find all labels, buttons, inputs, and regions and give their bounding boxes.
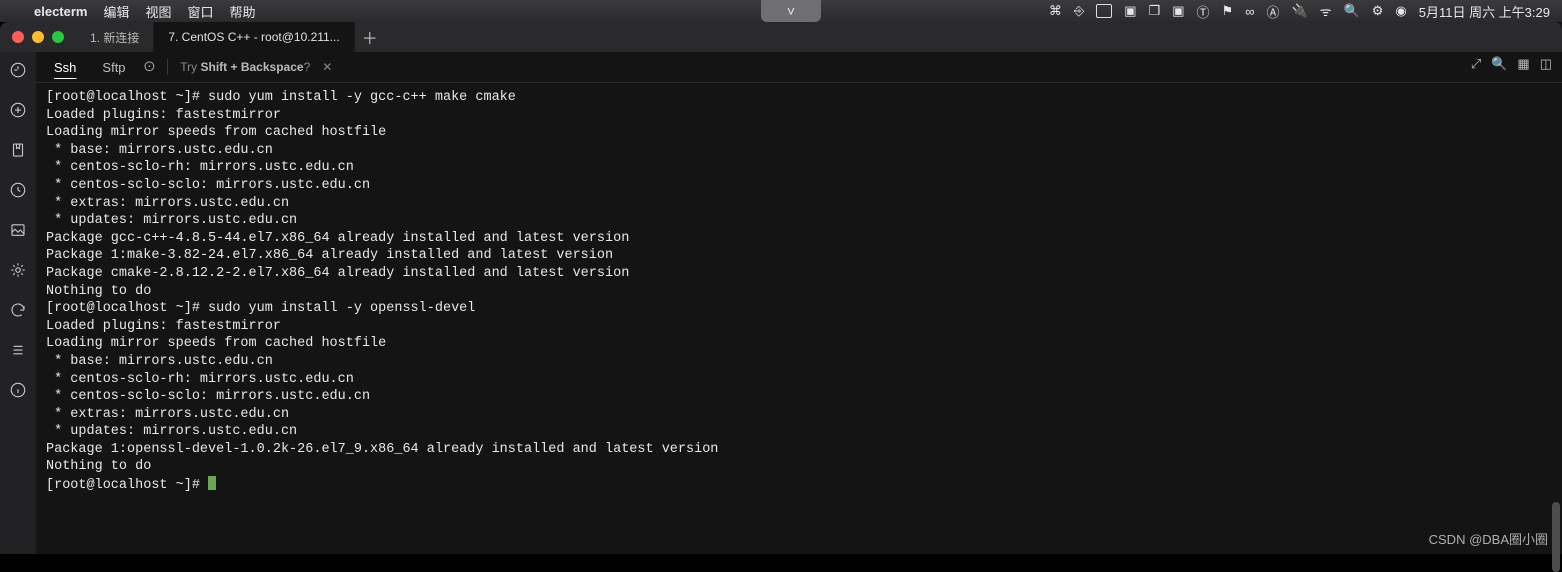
sync-icon[interactable] — [8, 300, 28, 320]
minimize-window-button[interactable] — [32, 31, 44, 43]
siri-icon[interactable]: ◉ — [1395, 3, 1406, 19]
session-tab-label: 7. CentOS C++ - root@10.211... — [168, 30, 339, 44]
hint-key: Shift + Backspace — [201, 60, 304, 74]
search-icon[interactable]: 🔍 — [1491, 56, 1507, 72]
menubar-app-name[interactable]: electerm — [26, 4, 95, 19]
session-tab-label: 1. 新连接 — [90, 29, 139, 46]
session-tabs: 1. 新连接 7. CentOS C++ - root@10.211... ＋ — [76, 22, 385, 52]
scrollbar-vertical[interactable] — [1550, 82, 1562, 554]
window-titlebar: 1. 新连接 7. CentOS C++ - root@10.211... ＋ — [0, 22, 1562, 52]
close-window-button[interactable] — [12, 31, 24, 43]
box3d-icon[interactable]: ❒ — [1149, 3, 1161, 19]
input-source-icon[interactable]: Ⓐ — [1266, 2, 1279, 21]
top-chevron-dock[interactable]: ˅ — [761, 0, 821, 22]
menubar-status-icons: ⌘ ⎆ ▣ ❒ ▣ Ⓣ ⚑ ∞ Ⓐ 🔌 ᯤ 🔍 ⚙ ◉ 5月11日 周六 上午3… — [1049, 2, 1562, 21]
terminal-output[interactable]: [root@localhost ~]# sudo yum install -y … — [36, 83, 1562, 554]
tab-ssh[interactable]: Ssh — [46, 56, 84, 79]
info-icon[interactable] — [8, 380, 28, 400]
sidebar — [0, 52, 36, 554]
spotlight-icon[interactable]: 🔍 — [1344, 3, 1360, 19]
attachment-icon[interactable]: 𐌏 — [144, 59, 156, 75]
hint-pre: Try — [180, 60, 200, 74]
split-icon[interactable]: ◫ — [1540, 56, 1552, 72]
control-center-icon[interactable]: ⚙ — [1372, 3, 1384, 19]
scrollbar-thumb[interactable] — [1552, 502, 1560, 572]
add-session-button[interactable]: ＋ — [355, 22, 385, 52]
traffic-lights — [0, 31, 76, 43]
flag-icon[interactable]: ⚑ — [1222, 3, 1234, 19]
menubar-item-edit[interactable]: 编辑 — [95, 2, 137, 21]
dismiss-hint-button[interactable]: ✕ — [322, 60, 332, 74]
session-toolbar: Ssh Sftp 𐌏 Try Shift + Backspace? ✕ ⤢ 🔍 … — [36, 52, 1562, 83]
text-icon[interactable]: Ⓣ — [1197, 2, 1210, 21]
toolbar-divider — [167, 59, 168, 75]
grid-icon[interactable]: ▦ — [1517, 56, 1529, 72]
menubar-datetime[interactable]: 5月11日 周六 上午3:29 — [1419, 2, 1550, 21]
watermark: CSDN @DBA圈小圈 — [1429, 529, 1548, 548]
logo-icon[interactable] — [8, 60, 28, 80]
session-tab-2[interactable]: 7. CentOS C++ - root@10.211... — [154, 22, 354, 52]
shortcut-hint: Try Shift + Backspace? — [180, 60, 310, 74]
wifi-icon[interactable]: ᯤ — [1320, 2, 1332, 20]
terminal-cursor — [208, 476, 216, 490]
infinity-icon[interactable]: ∞ — [1245, 4, 1254, 19]
battery-icon[interactable]: 🔌 — [1291, 3, 1307, 19]
hint-post: ? — [304, 60, 311, 74]
status-icon[interactable]: ▣ — [1172, 3, 1184, 19]
bookmark-icon[interactable] — [8, 140, 28, 160]
menubar-item-window[interactable]: 窗口 — [180, 2, 222, 21]
list-icon[interactable] — [8, 340, 28, 360]
menubar-item-help[interactable]: 帮助 — [222, 2, 264, 21]
add-icon[interactable] — [8, 100, 28, 120]
tab-sftp[interactable]: Sftp — [94, 56, 133, 79]
main-area: Ssh Sftp 𐌏 Try Shift + Backspace? ✕ ⤢ 🔍 … — [36, 52, 1562, 554]
session-tab-1[interactable]: 1. 新连接 — [76, 22, 154, 52]
app-window: 1. 新连接 7. CentOS C++ - root@10.211... ＋ … — [0, 22, 1562, 554]
status-icon[interactable] — [1096, 4, 1112, 18]
menubar-item-view[interactable]: 视图 — [138, 2, 180, 21]
status-icon[interactable]: ⎆ — [1074, 3, 1084, 19]
settings-icon[interactable] — [8, 260, 28, 280]
toolbar-right: ⤢ 🔍 ▦ ◫ — [1471, 56, 1552, 72]
fullscreen-icon[interactable]: ⤢ — [1471, 56, 1481, 72]
status-icon[interactable]: ▣ — [1124, 3, 1136, 19]
history-icon[interactable] — [8, 180, 28, 200]
zoom-window-button[interactable] — [52, 31, 64, 43]
status-icon[interactable]: ⌘ — [1049, 3, 1062, 19]
image-icon[interactable] — [8, 220, 28, 240]
